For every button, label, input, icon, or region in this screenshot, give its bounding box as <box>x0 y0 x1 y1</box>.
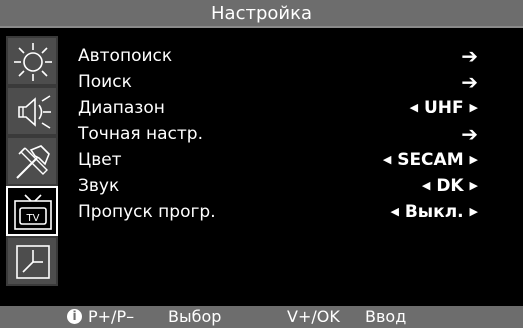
sidebar-item-picture[interactable] <box>6 36 58 86</box>
menu-item-value: UHF <box>423 98 464 118</box>
menu-item-skip-program[interactable]: Пропуск прогр. ◀ Выкл. ▶ <box>78 199 488 225</box>
arrow-right-icon: ➔ <box>461 70 478 94</box>
menu-item-value: SECAM <box>397 150 464 170</box>
triangle-right-icon[interactable]: ▶ <box>470 101 478 114</box>
option-selector[interactable]: ◀ UHF ▶ <box>410 95 478 121</box>
tv-icon: TV <box>14 194 52 230</box>
option-selector[interactable]: ◀ Выкл. ▶ <box>390 199 478 225</box>
triangle-left-icon[interactable]: ◀ <box>383 153 391 166</box>
triangle-right-icon[interactable]: ▶ <box>470 205 478 218</box>
hint-key-program: P+/P– <box>88 307 135 326</box>
menu-item-label: Точная настр. <box>78 124 203 144</box>
page-title: Настройка <box>0 0 523 28</box>
timer-icon <box>16 245 50 279</box>
category-sidebar: TV <box>6 36 62 286</box>
menu-item-label: Пропуск прогр. <box>78 202 216 222</box>
menu-item-label: Цвет <box>78 150 122 170</box>
brightness-icon <box>14 43 52 81</box>
menu-item-band[interactable]: Диапазон ◀ UHF ▶ <box>78 95 488 121</box>
menu-item-label: Поиск <box>78 72 132 92</box>
option-selector[interactable]: ◀ DK ▶ <box>422 173 478 199</box>
triangle-left-icon[interactable]: ◀ <box>410 101 418 114</box>
menu-item-autosearch[interactable]: Автопоиск ➔ <box>78 43 488 69</box>
arrow-right-icon: ➔ <box>461 122 478 146</box>
arrow-right-icon: ➔ <box>461 44 478 68</box>
triangle-left-icon[interactable]: ◀ <box>390 205 398 218</box>
menu-item-fine-tune[interactable]: Точная настр. ➔ <box>78 121 488 147</box>
menu-item-value: DK <box>436 176 464 196</box>
hint-action-select: Выбор <box>168 307 222 326</box>
hint-bar: i P+/P– Выбор V+/OK Ввод <box>0 306 523 328</box>
triangle-right-icon[interactable]: ▶ <box>470 179 478 192</box>
menu-item-color[interactable]: Цвет ◀ SECAM ▶ <box>78 147 488 173</box>
menu-item-sound[interactable]: Звук ◀ DK ▶ <box>78 173 488 199</box>
menu-item-search[interactable]: Поиск ➔ <box>78 69 488 95</box>
triangle-left-icon[interactable]: ◀ <box>422 179 430 192</box>
svg-text:TV: TV <box>26 213 40 224</box>
menu-item-label: Автопоиск <box>78 46 173 66</box>
sidebar-item-setup[interactable]: TV <box>6 186 58 236</box>
info-icon: i <box>67 309 82 324</box>
option-selector[interactable]: ◀ SECAM ▶ <box>383 147 478 173</box>
triangle-right-icon[interactable]: ▶ <box>470 153 478 166</box>
hint-key-ok: V+/OK <box>287 307 340 326</box>
hint-action-enter: Ввод <box>365 307 407 326</box>
sidebar-item-options[interactable] <box>6 136 58 186</box>
settings-menu-screen: Настройка TV Автопоиск ➔ Поиск ➔ Диапазо… <box>0 0 523 328</box>
sidebar-item-timer[interactable] <box>6 236 58 286</box>
tools-icon <box>16 145 50 179</box>
speaker-icon <box>18 95 51 129</box>
sidebar-item-sound[interactable] <box>6 86 58 136</box>
menu-item-label: Звук <box>78 176 120 196</box>
menu-item-label: Диапазон <box>78 98 165 118</box>
setup-menu-list: Автопоиск ➔ Поиск ➔ Диапазон ◀ UHF ▶ Точ… <box>78 43 488 225</box>
menu-item-value: Выкл. <box>404 202 464 222</box>
